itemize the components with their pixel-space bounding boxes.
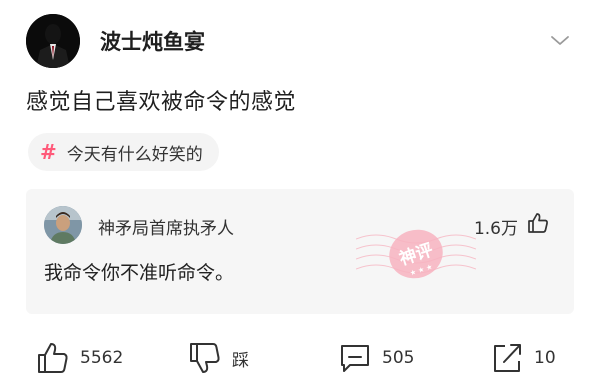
- god-comment-stamp-icon: 神评 ★ ★ ★: [356, 229, 476, 279]
- author-name[interactable]: 波士炖鱼宴: [100, 26, 205, 56]
- comment-icon: [341, 345, 369, 372]
- featured-comment[interactable]: 神评 ★ ★ ★ 神矛局首席执矛人 1.6万 我命令你不准听命令。: [26, 189, 574, 314]
- like-button[interactable]: 5562: [36, 336, 123, 380]
- post-header: 波士炖鱼宴: [26, 13, 576, 69]
- comment-like-count: 1.6万: [473, 219, 518, 239]
- commenter-name[interactable]: 神矛局首席执矛人: [98, 214, 234, 239]
- thumbs-down-icon: [190, 343, 220, 373]
- author-avatar[interactable]: [26, 14, 80, 68]
- comment-count: 505: [382, 348, 415, 368]
- dislike-label: 踩: [232, 350, 249, 371]
- hashtag-icon: #: [40, 140, 57, 164]
- action-bar: 5562 踩 505 10: [0, 336, 600, 380]
- like-count: 5562: [80, 348, 124, 368]
- post-title: 感觉自己喜欢被命令的感觉: [26, 90, 297, 115]
- comment-text: 我命令你不准听命令。: [44, 262, 235, 284]
- share-icon: [494, 344, 521, 372]
- share-count: 10: [534, 348, 556, 368]
- topic-tag[interactable]: # 今天有什么好笑的: [28, 133, 219, 171]
- share-button[interactable]: 10: [490, 336, 556, 380]
- thumbs-up-icon: [38, 343, 68, 373]
- comment-button[interactable]: 505: [338, 336, 414, 380]
- commenter-avatar[interactable]: [44, 206, 82, 244]
- dislike-button[interactable]: 踩: [188, 336, 249, 380]
- thumbs-up-icon[interactable]: [526, 211, 550, 235]
- chevron-down-icon[interactable]: [548, 29, 572, 53]
- topic-label: 今天有什么好笑的: [66, 144, 203, 165]
